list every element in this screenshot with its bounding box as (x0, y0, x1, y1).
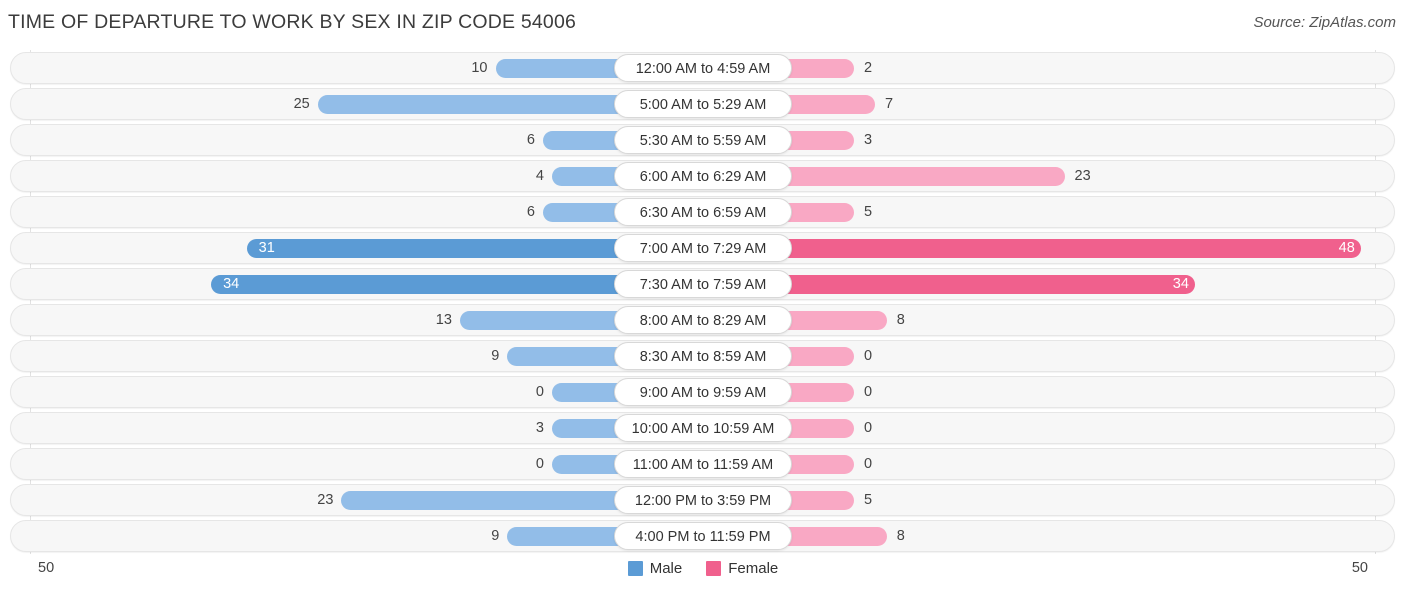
value-label-male: 9 (491, 528, 500, 544)
chart-row: 31 48 7:00 AM to 7:29 AM (0, 230, 1406, 266)
bar-female[interactable] (772, 167, 1065, 186)
value-label-male: 25 (293, 96, 310, 112)
chart-row: 0 0 11:00 AM to 11:59 AM (0, 446, 1406, 482)
value-label-male: 6 (526, 204, 535, 220)
bar-male[interactable] (459, 311, 634, 330)
page-title: TIME OF DEPARTURE TO WORK BY SEX IN ZIP … (8, 11, 577, 33)
chart-row: 9 8 4:00 PM to 11:59 PM (0, 518, 1406, 554)
value-label-female: 8 (896, 312, 905, 328)
category-label: 6:30 AM to 6:59 AM (614, 198, 792, 226)
category-label: 7:00 AM to 7:29 AM (614, 234, 792, 262)
category-label: 5:30 AM to 5:59 AM (614, 126, 792, 154)
value-label-female: 2 (864, 60, 873, 76)
value-label-male: 9 (491, 348, 500, 364)
chart-legend: Male Female (0, 560, 1406, 577)
chart-row: 3 0 10:00 AM to 10:59 AM (0, 410, 1406, 446)
value-label-male: 10 (471, 60, 488, 76)
source-attribution: Source: ZipAtlas.com (1253, 14, 1396, 31)
chart-row: 4 23 6:00 AM to 6:29 AM (0, 158, 1406, 194)
value-label-female: 5 (864, 492, 873, 508)
value-label-female: 7 (884, 96, 894, 112)
legend-swatch-female-icon (706, 561, 722, 576)
chart-plot-area: 10 2 12:00 AM to 4:59 AM 25 7 5:00 AM to 5:29… (0, 50, 1406, 555)
category-label: 6:00 AM to 6:29 AM (614, 162, 792, 190)
category-label: 5:00 AM to 5:29 AM (614, 90, 792, 118)
value-label-female: 23 (1074, 168, 1091, 184)
legend-item-male[interactable]: Male (627, 560, 683, 577)
category-label: 11:00 AM to 11:59 AM (614, 450, 792, 478)
legend-swatch-male-icon (627, 561, 643, 576)
category-label: 12:00 AM to 4:59 AM (614, 54, 792, 82)
value-label-male: 6 (526, 132, 535, 148)
category-label: 8:00 AM to 8:29 AM (614, 306, 792, 334)
chart-row: 10 2 12:00 AM to 4:59 AM (0, 50, 1406, 86)
bar-female[interactable] (772, 239, 1361, 258)
value-label-male: 31 (258, 240, 275, 256)
bar-male[interactable] (317, 95, 634, 114)
value-label-male: 34 (223, 276, 240, 292)
chart-row: 13 8 8:00 AM to 8:29 AM (0, 302, 1406, 338)
chart-row: 6 5 6:30 AM to 6:59 AM (0, 194, 1406, 230)
legend-item-female[interactable]: Female (706, 560, 778, 577)
value-label-female: 34 (1172, 276, 1189, 292)
value-label-female: 0 (864, 384, 873, 400)
chart-header: TIME OF DEPARTURE TO WORK BY SEX IN ZIP … (0, 0, 1406, 46)
chart-row: 34 34 7:30 AM to 7:59 AM (0, 266, 1406, 302)
category-label: 12:00 PM to 3:59 PM (614, 486, 792, 514)
value-label-female: 48 (1338, 240, 1355, 256)
category-label: 8:30 AM to 8:59 AM (614, 342, 792, 370)
bar-male[interactable] (341, 491, 634, 510)
chart-row: 25 7 5:00 AM to 5:29 AM (0, 86, 1406, 122)
value-label-male: 4 (535, 168, 544, 184)
value-label-female: 3 (864, 132, 873, 148)
value-label-female: 5 (864, 204, 873, 220)
value-label-male: 0 (535, 384, 544, 400)
bar-male[interactable] (246, 239, 634, 258)
value-label-female: 0 (864, 420, 873, 436)
value-label-female: 0 (864, 348, 873, 364)
value-label-female: 0 (864, 456, 873, 472)
category-label: 4:00 PM to 11:59 PM (614, 522, 792, 550)
bar-male[interactable] (211, 275, 634, 294)
category-label: 10:00 AM to 10:59 AM (614, 414, 792, 442)
value-label-male: 3 (535, 420, 544, 436)
chart-row: 23 5 12:00 PM to 3:59 PM (0, 482, 1406, 518)
value-label-male: 13 (435, 312, 452, 328)
legend-label-male: Male (649, 560, 683, 577)
chart-footer: 50 50 Male Female (0, 556, 1406, 595)
chart-row: 9 0 8:30 AM to 8:59 AM (0, 338, 1406, 374)
chart-row: 0 0 9:00 AM to 9:59 AM (0, 374, 1406, 410)
value-label-male: 0 (535, 456, 544, 472)
bar-rows-container: 10 2 12:00 AM to 4:59 AM 25 7 5:00 AM to 5:29… (0, 50, 1406, 554)
bar-female[interactable] (772, 275, 1195, 294)
category-label: 9:00 AM to 9:59 AM (614, 378, 792, 406)
legend-label-female: Female (728, 560, 779, 577)
category-label: 7:30 AM to 7:59 AM (614, 270, 792, 298)
value-label-male: 23 (317, 492, 334, 508)
chart-row: 6 3 5:30 AM to 5:59 AM (0, 122, 1406, 158)
value-label-female: 8 (896, 528, 905, 544)
